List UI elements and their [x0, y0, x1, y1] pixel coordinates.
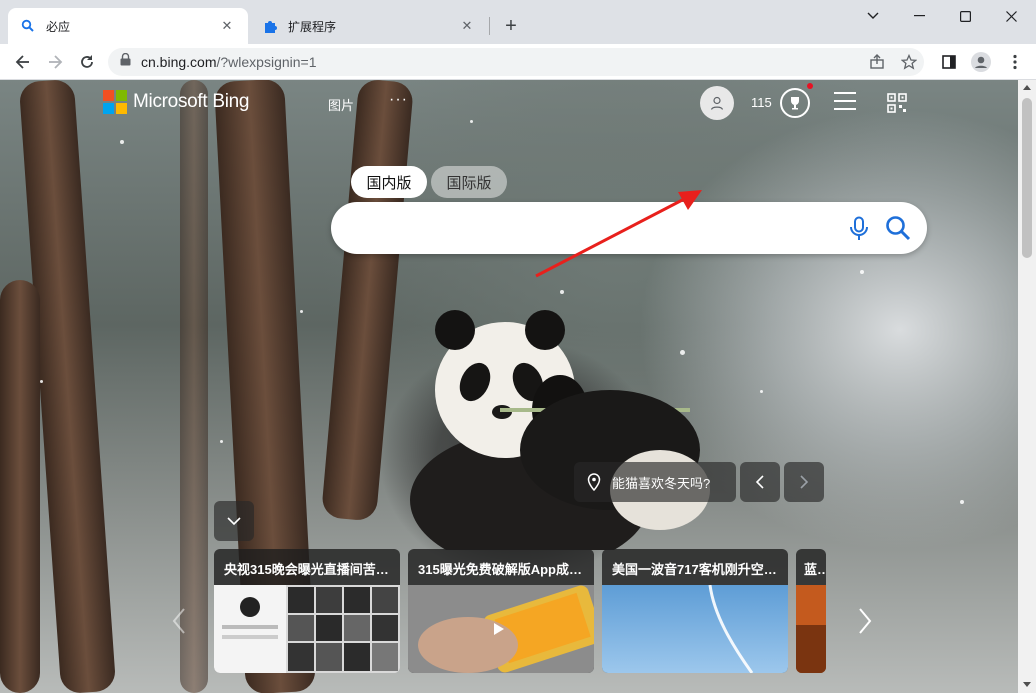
reload-button[interactable]	[73, 48, 101, 76]
scroll-up-arrow[interactable]	[1023, 85, 1031, 90]
brand-wordmark: Microsoft Bing	[133, 91, 250, 112]
back-button[interactable]	[9, 48, 37, 76]
annotation-arrow	[535, 190, 702, 278]
sign-in-avatar-button[interactable]	[700, 86, 734, 120]
collapse-feed-button[interactable]	[214, 501, 254, 541]
news-card[interactable]: 央视315晚会曝光直播间苦…	[214, 549, 400, 673]
chevron-right-icon	[800, 475, 809, 489]
snowflake	[220, 440, 223, 443]
logo-square-red	[103, 90, 114, 101]
news-caption: 蓝鲸	[804, 562, 826, 577]
logo-square-yellow	[116, 103, 127, 114]
logo-square-green	[116, 90, 127, 101]
snowflake	[560, 290, 564, 294]
snowflake	[40, 380, 43, 383]
rewards-trophy-button[interactable]	[780, 88, 810, 118]
news-card[interactable]: 315曝光免费破解版App成…	[408, 549, 594, 673]
url-host: cn.bing.com	[141, 54, 217, 70]
new-tab-button[interactable]: +	[499, 14, 523, 38]
trophy-icon	[791, 97, 799, 110]
tab-separator	[489, 17, 490, 35]
tab-domestic[interactable]: 国内版	[351, 166, 427, 198]
tab-extensions[interactable]: 扩展程序 ✕	[250, 8, 488, 44]
search-icon	[20, 18, 36, 34]
nav-more-button[interactable]: ···	[389, 91, 408, 109]
url-path: /?wlexpsignin=1	[216, 54, 317, 70]
snowflake	[760, 390, 763, 393]
bing-homepage: Microsoft Bing 图片 ··· 115 国内版 国际版 能猫喜欢冬天…	[0, 80, 1018, 693]
bookmark-star-icon[interactable]	[895, 48, 923, 76]
side-panel-icon[interactable]	[935, 48, 963, 76]
logo-square-blue	[103, 103, 114, 114]
tab-title: 必应	[46, 19, 71, 34]
news-caption: 美国一波音717客机刚升空…	[612, 562, 777, 577]
more-menu-icon[interactable]	[1001, 48, 1029, 76]
microsoft-logo-icon	[103, 90, 127, 114]
qr-code-icon[interactable]	[887, 93, 907, 113]
microphone-icon[interactable]	[848, 216, 870, 242]
tab-strip: 必应 ✕ 扩展程序 ✕ +	[0, 0, 1036, 44]
news-caption: 央视315晚会曝光直播间苦…	[224, 562, 389, 577]
tab-international[interactable]: 国际版	[431, 166, 507, 198]
browser-window: 必应 ✕ 扩展程序 ✕ + cn.bing.com/?wlexpsignin=1…	[0, 0, 1036, 693]
snowflake	[960, 500, 964, 504]
chevron-down-icon	[227, 517, 241, 526]
news-card[interactable]: 蓝鲸	[796, 549, 826, 673]
news-prev-arrow[interactable]	[168, 606, 192, 636]
news-card[interactable]: 美国一波音717客机刚升空…	[602, 549, 788, 673]
notification-dot	[807, 83, 813, 89]
bing-logo[interactable]: Microsoft Bing	[103, 90, 249, 114]
chevron-left-icon	[755, 475, 764, 489]
previous-image-button[interactable]	[740, 462, 780, 502]
lock-icon[interactable]	[120, 52, 131, 71]
maximize-button[interactable]	[942, 0, 988, 32]
news-thumbnail	[214, 585, 400, 673]
scroll-down-arrow[interactable]	[1023, 682, 1031, 687]
profile-icon[interactable]	[967, 48, 995, 76]
address-bar[interactable]: cn.bing.com/?wlexpsignin=1	[108, 48, 924, 76]
image-location-title: 能猫喜欢冬天吗?	[612, 475, 711, 491]
snowflake	[300, 310, 303, 313]
news-next-arrow[interactable]	[852, 606, 876, 636]
close-tab-icon[interactable]: ✕	[458, 17, 476, 35]
close-tab-icon[interactable]: ✕	[218, 17, 236, 35]
next-image-button[interactable]	[784, 462, 824, 502]
tree-trunk	[180, 80, 208, 693]
news-thumbnail	[408, 585, 594, 673]
news-caption: 315曝光免费破解版App成…	[418, 562, 582, 577]
panda-image	[410, 310, 710, 550]
page-scrollbar[interactable]	[1018, 80, 1036, 693]
share-icon[interactable]	[863, 48, 891, 76]
image-info-button[interactable]: 能猫喜欢冬天吗?	[574, 462, 736, 502]
puzzle-icon	[262, 18, 278, 34]
close-window-button[interactable]	[988, 0, 1034, 32]
snowflake	[470, 120, 473, 123]
forward-button[interactable]	[41, 48, 69, 76]
snowflake	[860, 270, 864, 274]
news-thumbnail	[796, 585, 826, 673]
snowflake	[680, 350, 685, 355]
tree-trunk	[0, 280, 40, 693]
search-submit-icon[interactable]	[884, 214, 912, 242]
tree-trunk	[320, 80, 415, 522]
minimize-button[interactable]	[896, 0, 942, 32]
tab-bing[interactable]: 必应 ✕	[8, 8, 248, 44]
nav-images-link[interactable]: 图片	[328, 95, 354, 114]
hamburger-menu-icon[interactable]	[834, 92, 856, 112]
snowflake	[120, 140, 124, 144]
tab-title: 扩展程序	[288, 19, 337, 34]
location-pin-icon	[587, 473, 601, 491]
user-icon	[710, 96, 724, 110]
url-text: cn.bing.com/?wlexpsignin=1	[141, 54, 317, 70]
news-thumbnail	[602, 585, 788, 673]
scrollbar-thumb[interactable]	[1022, 98, 1032, 258]
rewards-points[interactable]: 115	[751, 95, 772, 110]
tab-search-icon[interactable]	[850, 0, 896, 32]
browser-toolbar: cn.bing.com/?wlexpsignin=1	[0, 44, 1036, 80]
